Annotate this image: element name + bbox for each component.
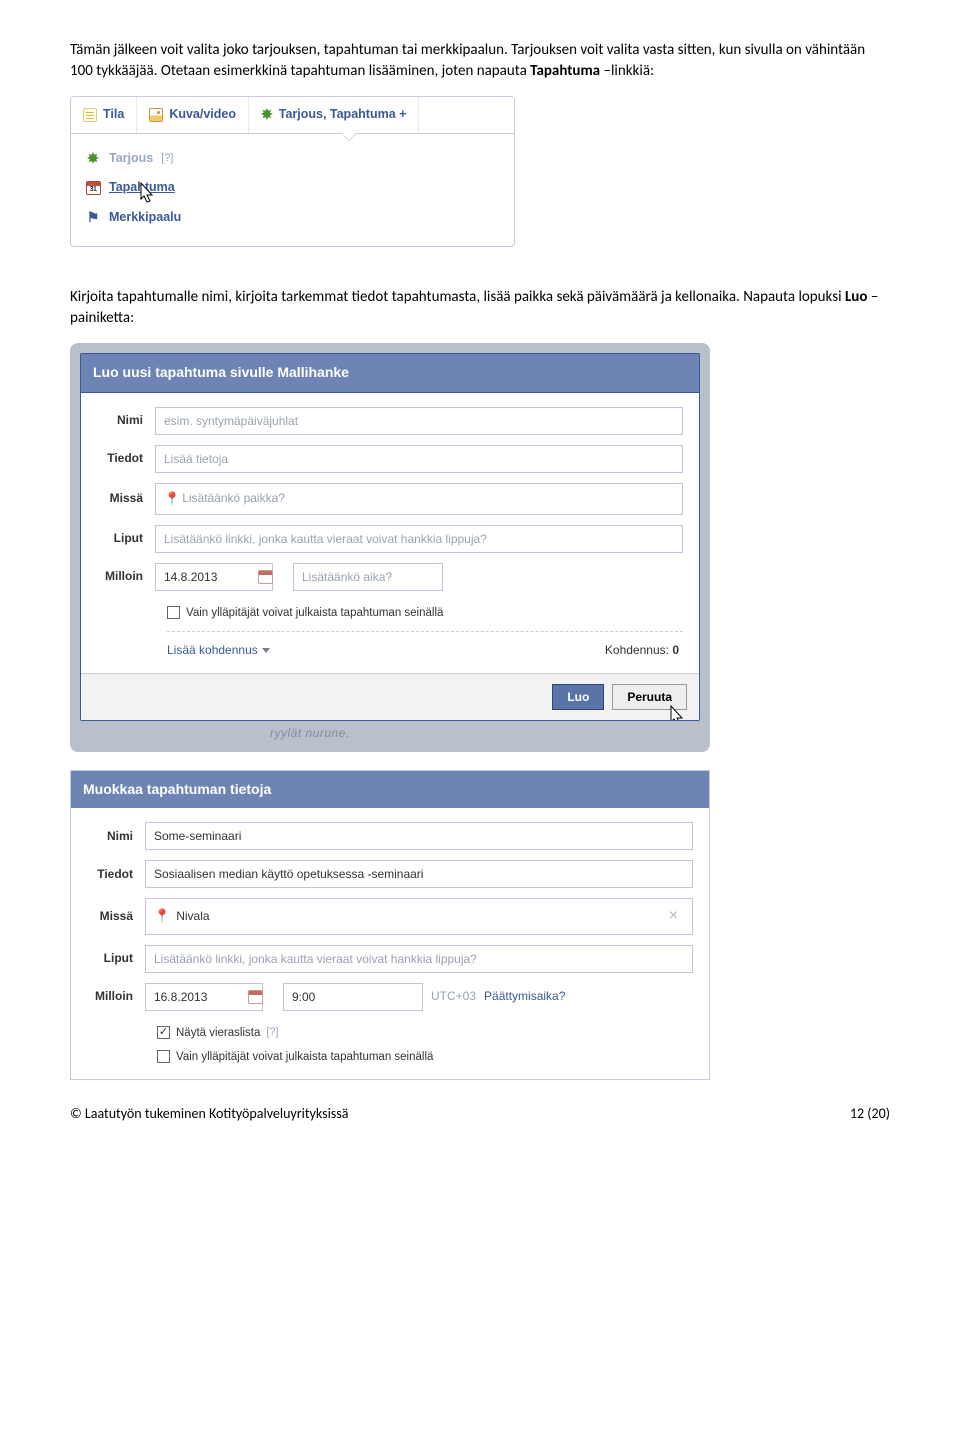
create-event-dialog: Luo uusi tapahtuma sivulle Mallihanke Ni… [80,353,700,721]
help-icon[interactable]: [?] [266,1025,278,1040]
time-field[interactable] [283,983,423,1011]
add-targeting-link[interactable]: Lisää kohdennus [167,642,270,659]
admins-only-checkbox-row[interactable]: Vain ylläpitäjät voivat julkaista tapaht… [87,1045,693,1069]
nimi-field[interactable] [145,822,693,850]
composer-screenshot: Tila Kuva/video ✸ Tarjous, Tapahtuma + ✸… [70,96,515,247]
dialog-body: Nimi Tiedot Missä 📍 Nivala × [71,808,709,1079]
composer-options: ✸ Tarjous [?] Tapahtuma ⚑ Merkkipaalu [71,134,514,247]
star-icon: ✸ [261,105,273,125]
footer-left: © Laatutyön tukeminen Kotityöpalveluyrit… [70,1104,348,1124]
label-missa: Missä [87,908,145,925]
tab-label: Tila [103,106,124,124]
bold-linkname: Tapahtuma [530,62,600,80]
location-pin-icon: 📍 [154,907,170,925]
liput-field[interactable] [145,945,693,973]
timezone-label: UTC+03 [431,988,476,1005]
option-label: Tarjous [109,150,153,168]
admins-only-checkbox-row[interactable]: Vain ylläpitäjät voivat julkaista tapaht… [97,601,683,625]
tiedot-field[interactable] [155,445,683,473]
create-event-dialog-wrapper: Luo uusi tapahtuma sivulle Mallihanke Ni… [70,343,710,751]
tiedot-field[interactable] [145,860,693,888]
label-missa: Missä [97,490,155,507]
option-label: Merkkipaalu [109,209,181,227]
endtime-link[interactable]: Päättymisaika? [484,988,565,1005]
intro-paragraph-1: Tämän jälkeen voit valita joko tarjoukse… [70,40,890,82]
obscured-background-text: ryylät nurune. [80,721,700,742]
bold-button-name: Luo [845,288,867,306]
calendar-icon [85,180,101,196]
tab-label: Tarjous, Tapahtuma + [279,106,407,124]
option-tarjous[interactable]: ✸ Tarjous [?] [85,144,500,174]
dialog-title: Muokkaa tapahtuman tietoja [71,771,709,809]
missa-field[interactable]: 📍 Nivala × [145,898,693,934]
tab-label: Kuva/video [169,106,236,124]
calendar-picker-icon[interactable] [255,568,275,586]
footer-right: 12 (20) [850,1104,890,1124]
liput-field[interactable] [155,525,683,553]
label-milloin: Milloin [87,988,145,1005]
label-tiedot: Tiedot [87,866,145,883]
intro-paragraph-2: Kirjoita tapahtumalle nimi, kirjoita tar… [70,287,890,329]
placeholder-text: Lisätäänkö paikka? [182,490,285,507]
milestone-icon: ⚑ [85,209,101,225]
tab-tila[interactable]: Tila [71,97,137,133]
chevron-down-icon [262,648,270,653]
luo-button[interactable]: Luo [552,684,604,710]
nimi-field[interactable] [155,407,683,435]
label-tiedot: Tiedot [97,450,155,467]
label-nimi: Nimi [97,412,155,429]
divider [167,631,683,632]
cursor-pointer-icon [135,181,157,205]
tab-tarjous-tapahtuma[interactable]: ✸ Tarjous, Tapahtuma + [249,97,419,133]
option-tapahtuma[interactable]: Tapahtuma [85,173,500,203]
text: Kirjoita tapahtumalle nimi, kirjoita tar… [70,288,845,306]
text: Tämän jälkeen voit valita joko tarjoukse… [70,41,865,80]
label-liput: Liput [97,530,155,547]
location-pin-icon: 📍 [164,490,180,508]
composer-tabs: Tila Kuva/video ✸ Tarjous, Tapahtuma + [71,97,514,134]
edit-event-dialog: Muokkaa tapahtuman tietoja Nimi Tiedot M… [70,770,710,1080]
checkbox-label: Vain ylläpitäjät voivat julkaista tapaht… [186,605,443,621]
dialog-footer: Luo Peruuta [81,673,699,720]
checkbox-label: Vain ylläpitäjät voivat julkaista tapaht… [176,1049,433,1065]
label-nimi: Nimi [87,828,145,845]
missa-field[interactable]: 📍 Lisätäänkö paikka? [155,483,683,515]
star-icon: ✸ [85,150,101,166]
location-value: Nivala [176,908,209,925]
label-milloin: Milloin [97,568,155,585]
targeting-count: Kohdennus: 0 [605,642,679,659]
note-icon [83,108,97,122]
help-icon[interactable]: [?] [161,151,173,166]
page-footer: © Laatutyön tukeminen Kotityöpalveluyrit… [70,1104,890,1124]
checkbox-unchecked-icon[interactable] [157,1050,170,1063]
clear-location-icon[interactable]: × [663,905,684,927]
checkbox-checked-icon[interactable]: ✓ [157,1026,170,1039]
label-liput: Liput [87,950,145,967]
checkbox-label: Näytä vieraslista [176,1025,260,1041]
option-merkkipaalu[interactable]: ⚑ Merkkipaalu [85,203,500,233]
checkbox-unchecked-icon[interactable] [167,606,180,619]
tab-kuva-video[interactable]: Kuva/video [137,97,249,133]
calendar-picker-icon[interactable] [245,988,265,1006]
dialog-body: Nimi Tiedot Missä 📍 Lisätäänkö paikka? [81,393,699,673]
show-guestlist-checkbox-row[interactable]: ✓ Näytä vieraslista [?] [87,1021,693,1045]
image-icon [149,108,163,122]
cursor-pointer-icon [665,704,687,721]
selected-tab-pointer-icon [341,133,357,141]
targeting-row: Lisää kohdennus Kohdennus: 0 [97,640,683,667]
dialog-title: Luo uusi tapahtuma sivulle Mallihanke [81,354,699,393]
text: –linkkiä: [604,62,655,80]
time-field[interactable] [293,563,443,591]
